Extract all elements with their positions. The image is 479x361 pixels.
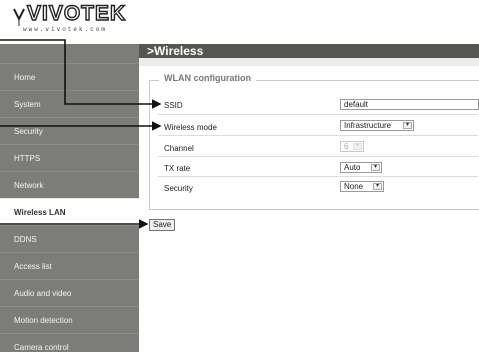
wireless-mode-label: Wireless mode bbox=[164, 123, 217, 132]
sidebar-item-label: System bbox=[14, 100, 41, 109]
chevron-down-icon: ▾ bbox=[373, 183, 382, 190]
ssid-label: SSID bbox=[164, 101, 183, 110]
security-value: None bbox=[344, 182, 364, 191]
chevron-down-icon: ▾ bbox=[371, 164, 380, 171]
sidebar-item-system[interactable]: System bbox=[0, 90, 139, 118]
logo-mark-icon bbox=[13, 8, 25, 26]
sidebar-item-label: Access list bbox=[14, 262, 52, 271]
channel-select: 6 ▾ bbox=[340, 141, 364, 152]
ssid-input[interactable]: default bbox=[340, 99, 479, 110]
tx-rate-label: TX rate bbox=[164, 164, 191, 173]
channel-value: 6 bbox=[344, 142, 349, 151]
row-divider bbox=[158, 156, 478, 157]
sidebar-item-label: Camera control bbox=[14, 343, 69, 352]
sidebar: Home System Security HTTPS Network Wirel… bbox=[0, 44, 139, 352]
sidebar-item-label: Audio and video bbox=[14, 289, 72, 298]
header: VIVOTEK www.vivotek.com bbox=[0, 0, 479, 44]
sidebar-item-home[interactable]: Home bbox=[0, 63, 139, 91]
sidebar-item-label: Wireless LAN bbox=[14, 208, 66, 217]
row-divider bbox=[158, 135, 478, 136]
wireless-mode-value: Infrastructure bbox=[344, 121, 392, 130]
sidebar-item-camera-control[interactable]: Camera control bbox=[0, 333, 139, 361]
security-select[interactable]: None ▾ bbox=[340, 181, 384, 192]
row-divider bbox=[158, 114, 478, 115]
page-title: >Wireless bbox=[147, 44, 204, 58]
tx-rate-select[interactable]: Auto ▾ bbox=[340, 162, 382, 173]
sidebar-item-label: DDNS bbox=[14, 235, 37, 244]
sidebar-item-motion-detection[interactable]: Motion detection bbox=[0, 306, 139, 334]
chevron-down-icon: ▾ bbox=[353, 143, 362, 150]
vivotek-logo: VIVOTEK www.vivotek.com bbox=[13, 1, 153, 43]
sidebar-item-label: Security bbox=[14, 127, 43, 136]
sidebar-item-label: Motion detection bbox=[14, 316, 73, 325]
page-title-bar: >Wireless bbox=[139, 44, 479, 58]
sidebar-item-label: Network bbox=[14, 181, 44, 190]
save-button[interactable]: Save bbox=[149, 219, 176, 231]
logo-url: www.vivotek.com bbox=[23, 26, 108, 33]
security-label: Security bbox=[164, 184, 193, 193]
title-subbar bbox=[139, 58, 479, 66]
sidebar-item-security[interactable]: Security bbox=[0, 117, 139, 145]
tx-rate-value: Auto bbox=[344, 163, 361, 172]
sidebar-item-https[interactable]: HTTPS bbox=[0, 144, 139, 172]
ssid-value: default bbox=[344, 100, 369, 109]
wireless-mode-select[interactable]: Infrastructure ▾ bbox=[340, 120, 414, 131]
sidebar-item-ddns[interactable]: DDNS bbox=[0, 225, 139, 253]
sidebar-item-network[interactable]: Network bbox=[0, 171, 139, 199]
logo-brand: VIVOTEK bbox=[26, 1, 127, 25]
sidebar-item-wireless-lan[interactable]: Wireless LAN bbox=[0, 198, 139, 226]
sidebar-item-label: HTTPS bbox=[14, 154, 41, 163]
sidebar-item-audio-video[interactable]: Audio and video bbox=[0, 279, 139, 307]
sidebar-item-access-list[interactable]: Access list bbox=[0, 252, 139, 280]
sidebar-item-label: Home bbox=[14, 73, 36, 82]
chevron-down-icon: ▾ bbox=[403, 122, 412, 129]
channel-label: Channel bbox=[164, 144, 194, 153]
fieldset-legend: WLAN configuration bbox=[159, 73, 256, 83]
row-divider bbox=[158, 176, 478, 177]
